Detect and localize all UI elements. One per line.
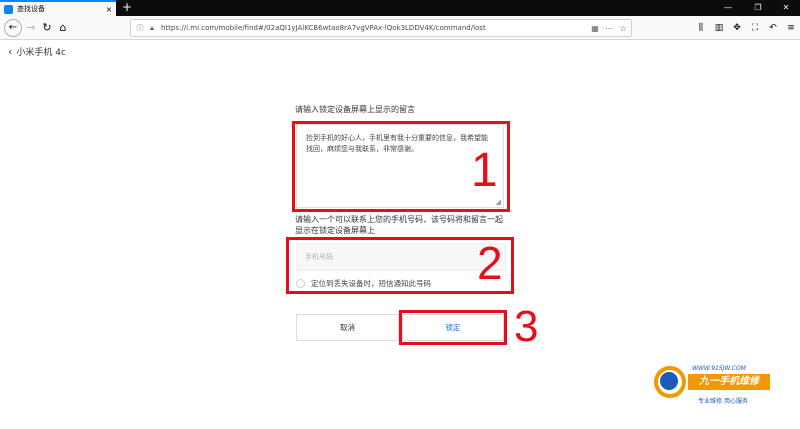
cancel-button[interactable]: 取消 xyxy=(296,314,399,341)
tab-close-icon[interactable]: × xyxy=(104,5,114,14)
menu-icon[interactable]: ≡ xyxy=(784,20,798,36)
url-bar[interactable]: ⓘ 🔒︎ https://i.mi.com/mobile/find#/02aQI… xyxy=(130,19,632,37)
tab-bar: 查找设备 × + — ❐ ✕ xyxy=(0,0,800,16)
tab-find-device[interactable]: 查找设备 × xyxy=(0,0,116,16)
annotation-number-1: 1 xyxy=(471,144,498,197)
close-window-button[interactable]: ✕ xyxy=(776,0,796,16)
minimize-button[interactable]: — xyxy=(718,0,738,16)
info-icon[interactable]: ⓘ xyxy=(135,23,145,33)
bookmark-star-icon[interactable]: ☆ xyxy=(617,24,629,33)
screenshot-icon[interactable]: ⛶ xyxy=(748,20,762,36)
watermark-logo: WWW.91SJW.COM 九一手机维修 专业维修 用心服务 xyxy=(654,362,770,410)
sidebar-icon[interactable]: ▥ xyxy=(712,20,726,36)
annotation-number-2: 2 xyxy=(477,237,503,289)
extension-icon[interactable]: ✥ xyxy=(730,20,744,36)
page-header[interactable]: ‹ 小米手机 4c xyxy=(8,45,66,59)
home-icon[interactable]: ⌂ xyxy=(54,19,72,37)
library-icon[interactable]: ⫼ xyxy=(694,20,708,36)
watermark-tagline: 专业维修 用心服务 xyxy=(698,398,748,405)
tab-title: 查找设备 xyxy=(17,5,45,13)
phone-label: 请输入一个可以联系上您的手机号码，该号码将和留言一起显示在锁定设备屏幕上 xyxy=(295,215,503,235)
back-arrow-icon[interactable]: ← xyxy=(4,19,22,37)
maximize-button[interactable]: ❐ xyxy=(748,0,768,16)
logo-core-icon xyxy=(660,372,678,390)
watermark-brand: 九一手机维修 xyxy=(688,374,770,390)
url-text[interactable]: https://i.mi.com/mobile/find#/02aQI1yJAl… xyxy=(161,24,589,32)
lock-icon[interactable]: 🔒︎ xyxy=(147,23,157,33)
page-title: 小米手机 4c xyxy=(16,48,66,58)
chevron-left-icon[interactable]: ‹ xyxy=(8,46,12,57)
undo-icon[interactable]: ↶ xyxy=(766,20,780,36)
qr-code-icon[interactable]: ▦ xyxy=(589,24,601,33)
message-label: 请输入锁定设备屏幕上显示的留言 xyxy=(295,105,415,114)
more-dots-icon[interactable]: ⋯ xyxy=(603,24,615,33)
annotation-box-3 xyxy=(399,310,507,345)
annotation-number-3: 3 xyxy=(514,302,539,351)
new-tab-button[interactable]: + xyxy=(120,0,134,16)
cloud-favicon-icon xyxy=(4,4,13,14)
nav-bar: ← → ↻ ⌂ ⓘ 🔒︎ https://i.mi.com/mobile/fin… xyxy=(0,16,800,40)
watermark-url: WWW.91SJW.COM xyxy=(692,365,746,372)
